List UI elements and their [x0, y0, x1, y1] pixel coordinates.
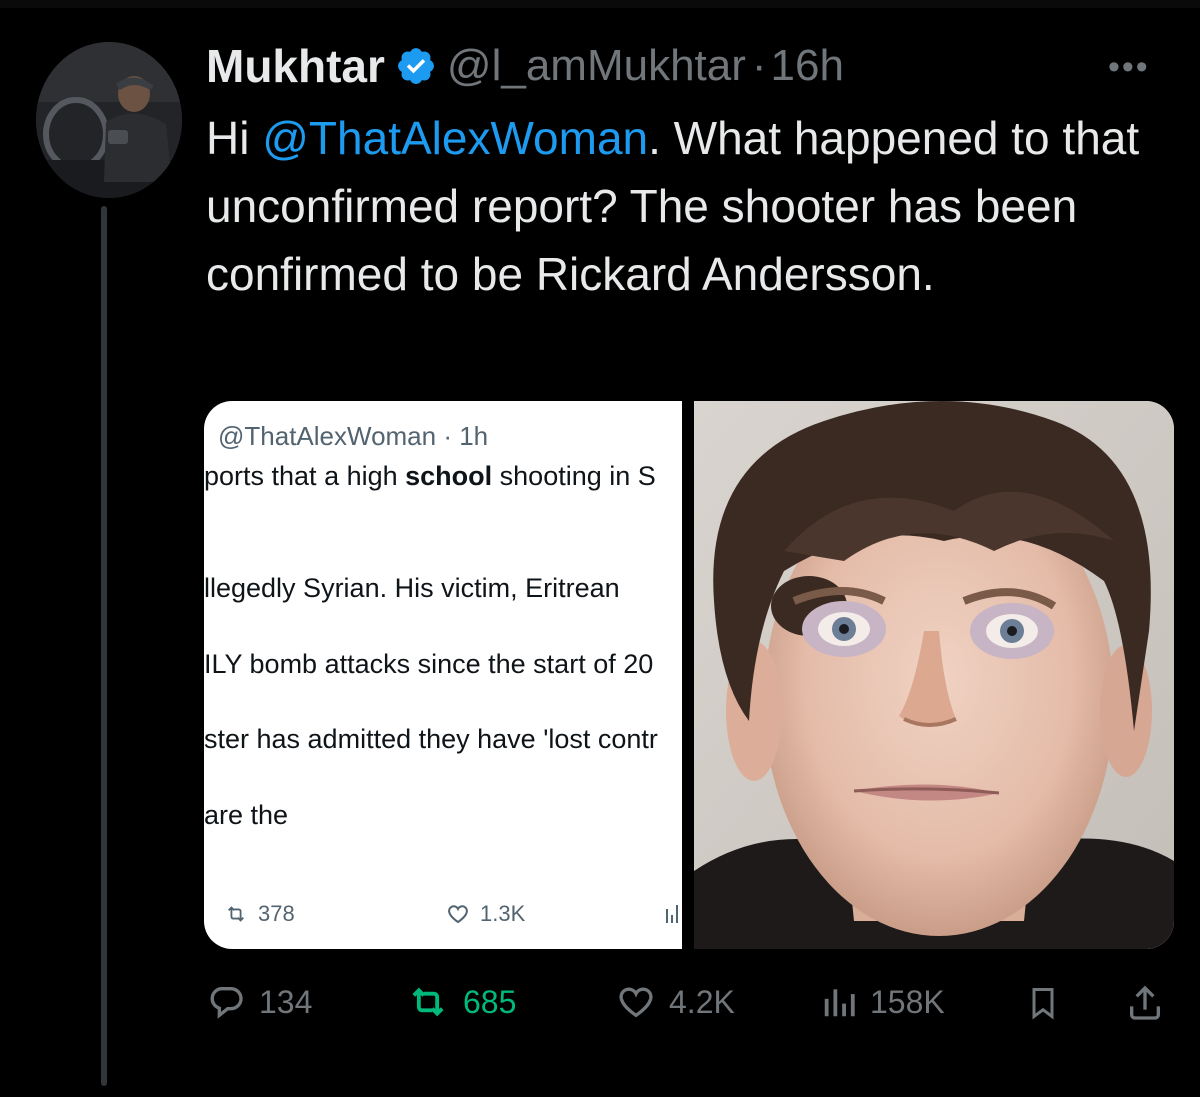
author-handle[interactable]: @l_amMukhtar	[447, 41, 746, 91]
reply-count: 134	[259, 983, 313, 1020]
views-button[interactable]: 158K	[820, 982, 945, 1022]
embedded-likes: 1.3K	[444, 901, 525, 927]
embedded-screenshot[interactable]: @ThatAlexWoman · 1h ports that a high sc…	[204, 401, 682, 949]
embedded-line-1-bold: school	[405, 461, 493, 491]
embedded-retweets: 378	[222, 901, 295, 927]
more-options-icon[interactable]: •••	[1108, 48, 1150, 87]
avatar[interactable]	[36, 42, 182, 198]
views-icon	[824, 989, 855, 1017]
embedded-like-count: 1.3K	[480, 901, 526, 926]
embedded-line-1-pre: ports that a high	[204, 461, 406, 491]
mention-link[interactable]: @ThatAlexWoman	[262, 112, 648, 164]
retweet-button[interactable]: 685	[405, 982, 516, 1022]
avatar-photo	[36, 42, 182, 198]
media-divider	[682, 401, 694, 949]
verified-badge-icon	[397, 48, 434, 84]
tweet-media[interactable]: @ThatAlexWoman · 1h ports that a high sc…	[204, 401, 1174, 949]
embedded-meta: @ThatAlexWoman · 1h	[218, 421, 489, 451]
embedded-line-4: ster has admitted they have 'lost contr	[204, 724, 658, 754]
like-count: 4.2K	[669, 983, 735, 1020]
share-button[interactable]	[1125, 982, 1165, 1024]
embedded-retweet-count: 378	[258, 901, 295, 926]
portrait-image	[694, 401, 1174, 949]
portrait-photo[interactable]	[694, 401, 1174, 949]
share-icon	[1130, 985, 1160, 1020]
reply-button[interactable]: 134	[205, 982, 312, 1022]
tweet-time[interactable]: 16h	[771, 41, 844, 91]
embedded-line-1: ports that a high school shooting in S	[204, 461, 656, 492]
retweet-icon	[228, 906, 244, 922]
author-name[interactable]: Mukhtar	[206, 39, 385, 93]
like-button[interactable]: 4.2K	[615, 982, 735, 1022]
heart-icon	[448, 905, 468, 924]
bookmark-icon	[1032, 988, 1054, 1020]
thread-connector	[101, 206, 107, 1086]
retweet-count: 685	[463, 983, 517, 1020]
embedded-line-5: are the	[204, 800, 289, 830]
reply-icon	[210, 987, 243, 1019]
tweet-header: Mukhtar @l_amMukhtar · 16h	[206, 36, 844, 96]
embedded-line-3: ILY bomb attacks since the start of 20	[204, 649, 654, 679]
retweet-icon	[412, 987, 444, 1017]
views-count: 158K	[870, 983, 945, 1020]
top-border	[0, 0, 1200, 8]
heart-icon	[619, 987, 653, 1018]
embedded-views-icon	[664, 901, 680, 925]
tweet-text-before: Hi	[206, 112, 263, 164]
bookmark-button[interactable]	[1025, 982, 1061, 1024]
embedded-line-2: llegedly Syrian. His victim, Eritrean	[204, 573, 620, 603]
tweet-text: Hi @ThatAlexWoman. What happened to that…	[206, 104, 1181, 308]
action-bar: 134 685 4.2K 158K	[205, 982, 1175, 1026]
embedded-line-1-post: shooting in S	[492, 461, 656, 491]
separator-dot: ·	[751, 41, 767, 90]
